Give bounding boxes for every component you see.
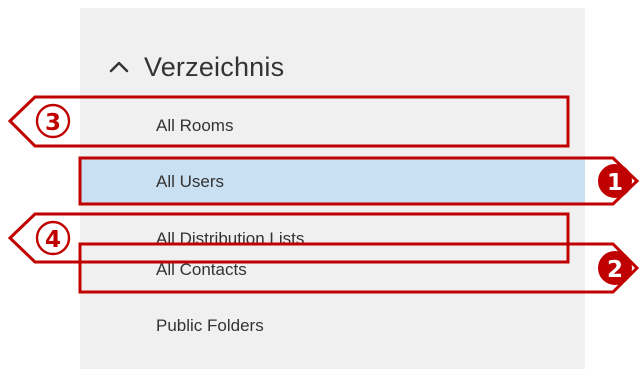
directory-item-all-users[interactable]: All Users bbox=[80, 158, 585, 205]
chevron-up-icon[interactable] bbox=[108, 56, 130, 78]
directory-item-label: All Contacts bbox=[156, 259, 247, 279]
directory-section-title: Verzeichnis bbox=[144, 51, 285, 82]
callout-number-2: 2 bbox=[607, 257, 623, 283]
directory-item-label: All Users bbox=[156, 171, 225, 191]
directory-item-all-contacts[interactable]: All Contacts bbox=[80, 244, 585, 295]
callout-number-4: 4 bbox=[45, 227, 61, 253]
callout-number-3: 3 bbox=[45, 110, 61, 136]
callout-number-1: 1 bbox=[607, 170, 623, 196]
screenshot-stage: Verzeichnis All Rooms All Users All Dist… bbox=[0, 0, 643, 369]
directory-item-label: All Rooms bbox=[156, 115, 234, 135]
directory-item-label: Public Folders bbox=[156, 315, 264, 335]
directory-item-public-folders[interactable]: Public Folders bbox=[80, 302, 585, 349]
directory-section-header[interactable]: Verzeichnis bbox=[108, 46, 284, 88]
directory-item-all-rooms[interactable]: All Rooms bbox=[80, 102, 585, 149]
